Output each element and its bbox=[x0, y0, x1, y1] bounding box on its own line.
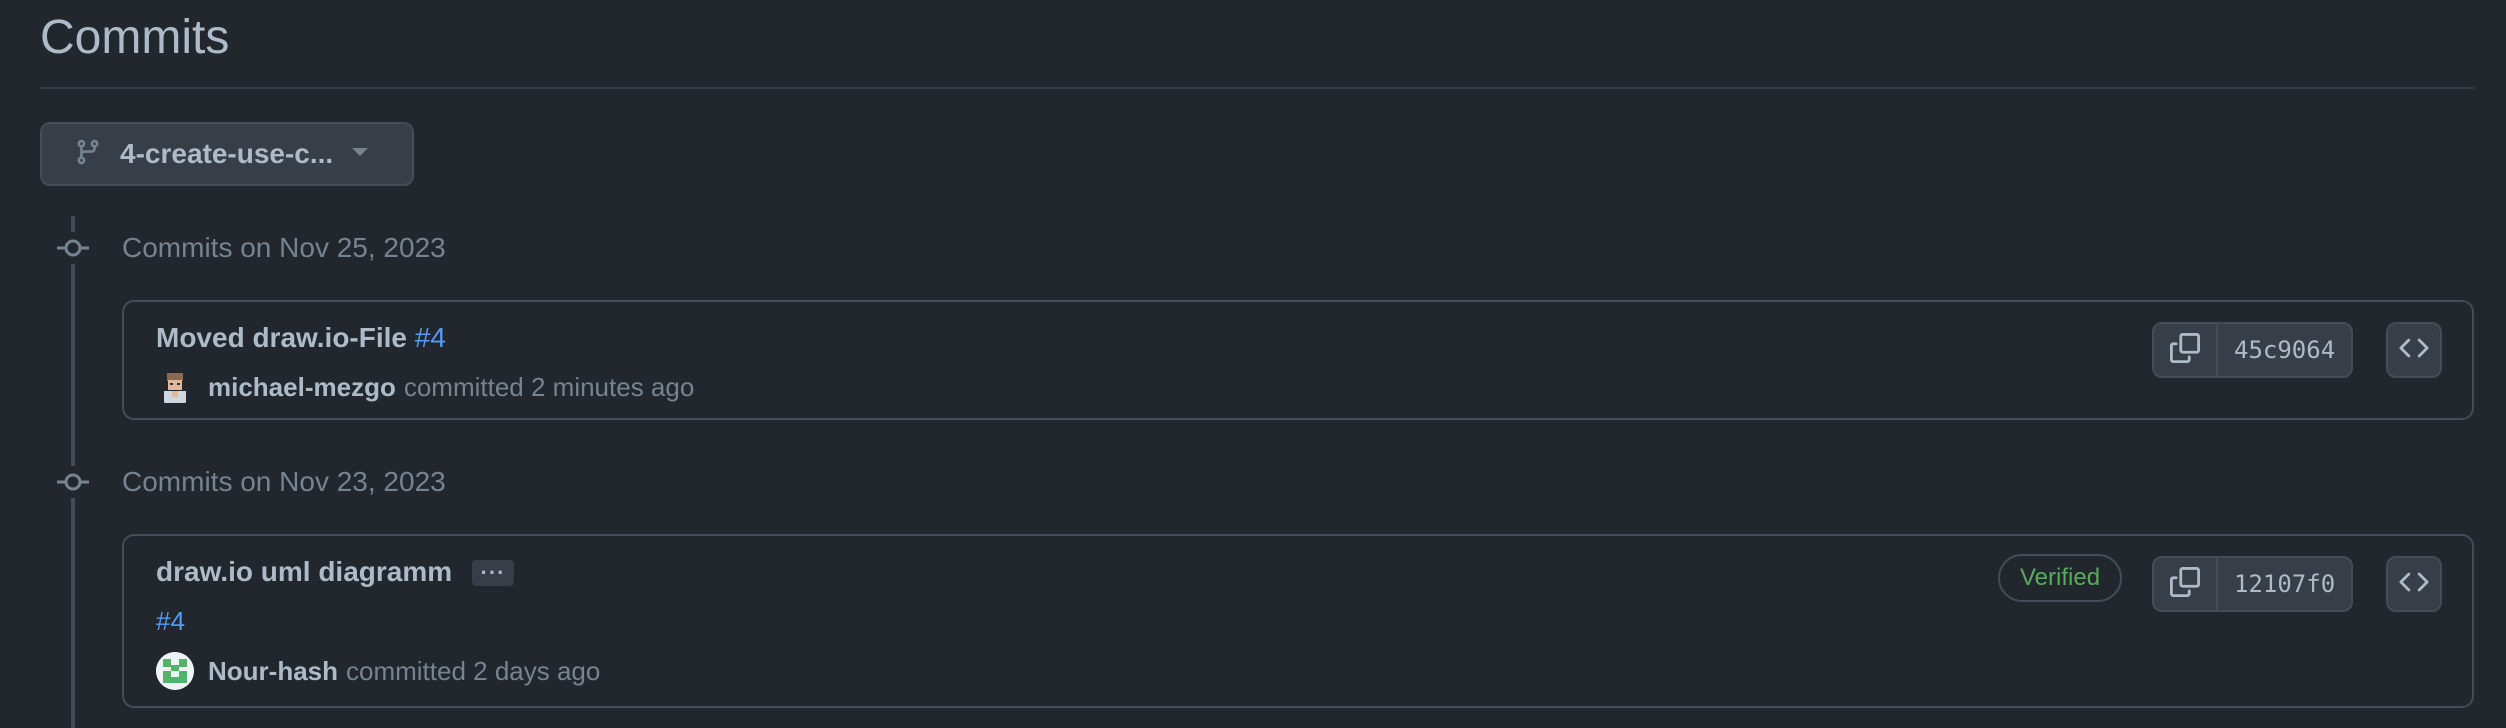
commit-meta: Nour-hash committed 2 days ago bbox=[156, 652, 600, 690]
page-title: Commits bbox=[40, 11, 230, 64]
copy-sha-button[interactable] bbox=[2154, 558, 2218, 610]
group-heading: Commits on Nov 25, 2023 bbox=[122, 232, 446, 263]
commit-node-icon bbox=[57, 232, 89, 264]
pr-link[interactable]: #4 bbox=[156, 606, 185, 637]
caret-down-icon bbox=[351, 145, 369, 163]
commit-sha-link[interactable]: 12107f0 bbox=[2218, 558, 2351, 610]
commit-title[interactable]: draw.io uml diagramm bbox=[156, 556, 452, 588]
author-name[interactable]: Nour-hash bbox=[208, 656, 338, 687]
group-heading: Commits on Nov 23, 2023 bbox=[122, 466, 446, 497]
commit-meta: michael-mezgo committed 2 minutes ago bbox=[156, 368, 694, 406]
commit-title: Moved draw.io-File #4 bbox=[156, 322, 446, 354]
git-branch-icon bbox=[74, 138, 102, 171]
verified-badge[interactable]: Verified bbox=[1998, 554, 2123, 602]
sha-button-group: 45c9064 bbox=[2152, 322, 2354, 378]
code-icon bbox=[2399, 333, 2429, 368]
browse-files-button[interactable] bbox=[2386, 322, 2442, 378]
branch-selector-button[interactable]: 4-create-use-c... bbox=[40, 122, 414, 186]
code-icon bbox=[2399, 567, 2429, 602]
title-divider bbox=[40, 87, 2474, 89]
commit-sha-link[interactable]: 45c9064 bbox=[2218, 324, 2351, 376]
copy-icon bbox=[2170, 332, 2200, 368]
sha-button-group: 12107f0 bbox=[2152, 556, 2354, 612]
avatar[interactable] bbox=[156, 368, 194, 406]
commit-time: committed 2 days ago bbox=[346, 655, 601, 686]
expand-message-button[interactable]: ··· bbox=[472, 560, 514, 586]
avatar[interactable] bbox=[156, 652, 194, 690]
copy-icon bbox=[2170, 566, 2200, 602]
browse-files-button[interactable] bbox=[2386, 556, 2442, 612]
commits-page: Commits 4-create-use-c... Commits on Nov… bbox=[0, 0, 2506, 728]
commit-node-icon bbox=[57, 466, 89, 498]
author-name[interactable]: michael-mezgo bbox=[208, 372, 396, 403]
branch-name: 4-create-use-c... bbox=[120, 138, 334, 169]
pr-link[interactable]: #4 bbox=[415, 322, 446, 353]
commit-time: committed 2 minutes ago bbox=[403, 371, 695, 402]
commit-card: draw.io uml diagramm ··· #4 Nour-hash co… bbox=[122, 534, 2474, 708]
copy-sha-button[interactable] bbox=[2154, 324, 2218, 376]
commit-message-link[interactable]: Moved draw.io-File bbox=[156, 322, 407, 353]
commit-card: Moved draw.io-File #4 michael-mezgo comm… bbox=[122, 300, 2474, 420]
